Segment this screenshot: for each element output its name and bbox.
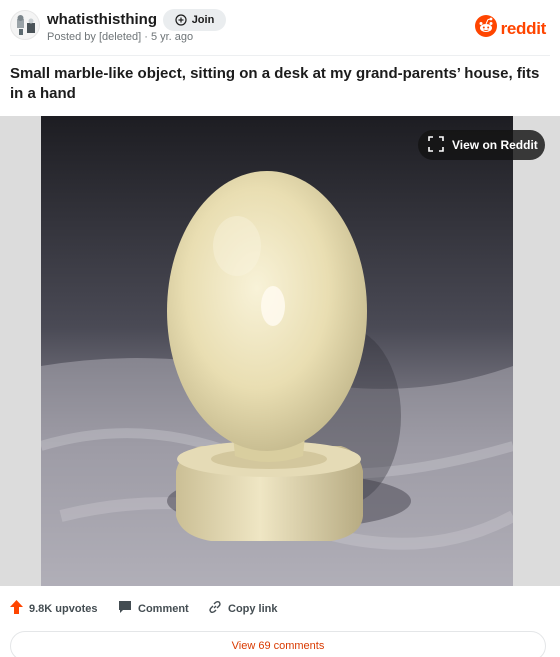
expand-icon xyxy=(428,135,444,155)
subreddit-avatar[interactable] xyxy=(10,10,40,40)
join-label: Join xyxy=(191,14,215,26)
post-meta: Posted by [deleted] · 5 yr. ago xyxy=(47,31,194,43)
view-on-reddit-button[interactable]: View on Reddit xyxy=(418,130,545,160)
post-actions: 9.8K upvotes Comment Copy link xyxy=(0,598,560,622)
upvote-button[interactable]: 9.8K upvotes xyxy=(10,600,97,617)
copy-link-button[interactable]: Copy link xyxy=(208,600,278,617)
post-title[interactable]: Small marble-like object, sitting on a d… xyxy=(10,64,550,104)
view-comments-button[interactable]: View 69 comments xyxy=(10,631,546,657)
comment-label: Comment xyxy=(138,602,189,615)
view-on-reddit-label: View on Reddit xyxy=(452,138,538,152)
reddit-logo[interactable]: reddit xyxy=(474,15,547,42)
plus-circle-icon xyxy=(175,14,187,26)
reddit-wordmark: reddit xyxy=(500,18,547,38)
copy-link-label: Copy link xyxy=(228,602,278,615)
post-header: whatisthisthing Join Posted by [deleted]… xyxy=(0,0,560,52)
reddit-alien-icon xyxy=(474,15,497,42)
post-media[interactable]: View on Reddit xyxy=(0,116,560,586)
subreddit-name[interactable]: whatisthisthing xyxy=(47,11,157,28)
upvote-arrow-icon xyxy=(10,600,23,617)
link-icon xyxy=(208,600,222,617)
join-button[interactable]: Join xyxy=(163,9,226,31)
upvote-count: 9.8K upvotes xyxy=(29,602,98,615)
comment-button[interactable]: Comment xyxy=(118,600,189,617)
header-divider xyxy=(10,55,550,56)
comment-bubble-icon xyxy=(118,600,132,617)
post-image xyxy=(41,116,513,586)
